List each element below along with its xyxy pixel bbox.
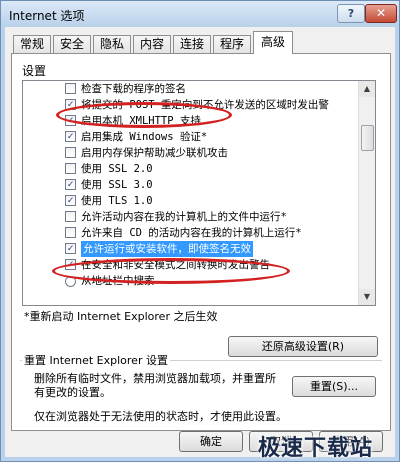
checkbox[interactable]: ✓ bbox=[65, 195, 76, 206]
list-item[interactable]: ✓ 将提交的 POST 重定向到不允许发送的区域时发出警 bbox=[23, 97, 353, 113]
tab-connections[interactable]: 连接 bbox=[173, 35, 211, 53]
site-watermark: 极速下载站 bbox=[258, 436, 374, 461]
list-item-label: 允许运行或安装软件，即使签名无效 bbox=[81, 241, 253, 257]
list-item-selected[interactable]: ✓ 允许运行或安装软件，即使签名无效 bbox=[23, 241, 353, 257]
list-item-label: 检查下载的程序的签名 bbox=[81, 83, 186, 95]
advanced-tab-panel: 设置 检查下载的程序的签名 ✓ 将提交的 POST 重定向到不允许发送的区域时发… bbox=[11, 53, 391, 431]
list-item[interactable]: 从地址栏中搜索 bbox=[23, 273, 353, 289]
list-item[interactable]: 允许来自 CD 的活动内容在我的计算机上运行* bbox=[23, 225, 353, 241]
scroll-down-icon[interactable]: ▼ bbox=[359, 289, 375, 305]
list-item[interactable]: ✓ 启用本机 XMLHTTP 支持 bbox=[23, 113, 353, 129]
list-item-label: 启用集成 Windows 验证* bbox=[81, 131, 208, 143]
radio-button[interactable] bbox=[65, 276, 76, 287]
reset-group-title: 重置 Internet Explorer 设置 bbox=[22, 352, 170, 368]
dialog-client-area: 常规 安全 隐私 内容 连接 程序 高级 设置 检查下载的程序的签名 ✓ 将提交… bbox=[5, 27, 395, 457]
checkbox[interactable]: ✓ bbox=[65, 243, 76, 254]
window-title: Internet 选项 bbox=[9, 9, 85, 23]
list-item-label: 允许来自 CD 的活动内容在我的计算机上运行* bbox=[81, 227, 302, 239]
list-item-label: 使用 TLS 1.0 bbox=[81, 195, 153, 207]
list-item-label: 启用本机 XMLHTTP 支持 bbox=[81, 115, 201, 127]
checkbox[interactable]: ✓ bbox=[65, 259, 76, 270]
tab-advanced[interactable]: 高级 bbox=[253, 31, 293, 54]
list-item-label: 使用 SSL 3.0 bbox=[81, 179, 153, 191]
reset-description: 删除所有临时文件，禁用浏览器加载项，并重置所有更改的设置。 bbox=[34, 372, 276, 399]
checkbox[interactable] bbox=[65, 211, 76, 222]
settings-list[interactable]: 检查下载的程序的签名 ✓ 将提交的 POST 重定向到不允许发送的区域时发出警 … bbox=[22, 80, 376, 306]
checkbox[interactable] bbox=[65, 227, 76, 238]
list-item[interactable]: 启用内存保护帮助减少联机攻击 bbox=[23, 145, 353, 161]
list-item-label: 允许活动内容在我的计算机上的文件中运行* bbox=[81, 211, 287, 223]
list-item-label: 从地址栏中搜索 bbox=[81, 275, 155, 287]
list-item[interactable]: 使用 SSL 2.0 bbox=[23, 161, 353, 177]
close-button[interactable]: ✕ bbox=[365, 4, 397, 23]
restart-note: *重新启动 Internet Explorer 之后生效 bbox=[24, 310, 218, 323]
list-item[interactable]: ✓ 使用 SSL 3.0 bbox=[23, 177, 353, 193]
tab-programs[interactable]: 程序 bbox=[213, 35, 251, 53]
internet-options-dialog: Internet 选项 ? ✕ 常规 安全 隐私 内容 连接 程序 高级 设置 … bbox=[0, 0, 400, 462]
list-item-label: 使用 SSL 2.0 bbox=[81, 163, 153, 175]
checkbox[interactable]: ✓ bbox=[65, 179, 76, 190]
checkbox[interactable]: ✓ bbox=[65, 99, 76, 110]
list-item-label: 将提交的 POST 重定向到不允许发送的区域时发出警 bbox=[81, 99, 329, 111]
list-item-label: 在安全和非安全模式之间转换时发出警告 bbox=[81, 259, 270, 271]
checkbox[interactable] bbox=[65, 147, 76, 158]
reset-note: 仅在浏览器处于无法使用的状态时，才使用此设置。 bbox=[34, 410, 287, 423]
list-item[interactable]: ✓ 使用 TLS 1.0 bbox=[23, 193, 353, 209]
scroll-thumb[interactable] bbox=[361, 125, 374, 151]
list-item[interactable]: ✓ 启用集成 Windows 验证* bbox=[23, 129, 353, 145]
vertical-scrollbar[interactable]: ▲ ▼ bbox=[358, 81, 375, 305]
list-item[interactable]: 允许活动内容在我的计算机上的文件中运行* bbox=[23, 209, 353, 225]
tab-general[interactable]: 常规 bbox=[13, 35, 51, 53]
ok-button[interactable]: 确定 bbox=[179, 431, 243, 452]
reset-button[interactable]: 重置(S)... bbox=[292, 376, 376, 397]
checkbox[interactable] bbox=[65, 83, 76, 94]
list-item[interactable]: 检查下载的程序的签名 bbox=[23, 81, 353, 97]
settings-label: 设置 bbox=[22, 64, 47, 78]
checkbox[interactable] bbox=[65, 163, 76, 174]
help-button[interactable]: ? bbox=[337, 4, 365, 23]
checkbox[interactable]: ✓ bbox=[65, 131, 76, 142]
tab-privacy[interactable]: 隐私 bbox=[93, 35, 131, 53]
tab-security[interactable]: 安全 bbox=[53, 35, 91, 53]
list-item-label: 启用内存保护帮助减少联机攻击 bbox=[81, 147, 228, 159]
checkbox[interactable]: ✓ bbox=[65, 115, 76, 126]
tab-content[interactable]: 内容 bbox=[133, 35, 171, 53]
restore-advanced-settings-button[interactable]: 还原高级设置(R) bbox=[228, 336, 378, 357]
title-bar[interactable]: Internet 选项 ? ✕ bbox=[1, 1, 399, 27]
scroll-up-icon[interactable]: ▲ bbox=[359, 81, 375, 97]
list-item[interactable]: ✓ 在安全和非安全模式之间转换时发出警告 bbox=[23, 257, 353, 273]
